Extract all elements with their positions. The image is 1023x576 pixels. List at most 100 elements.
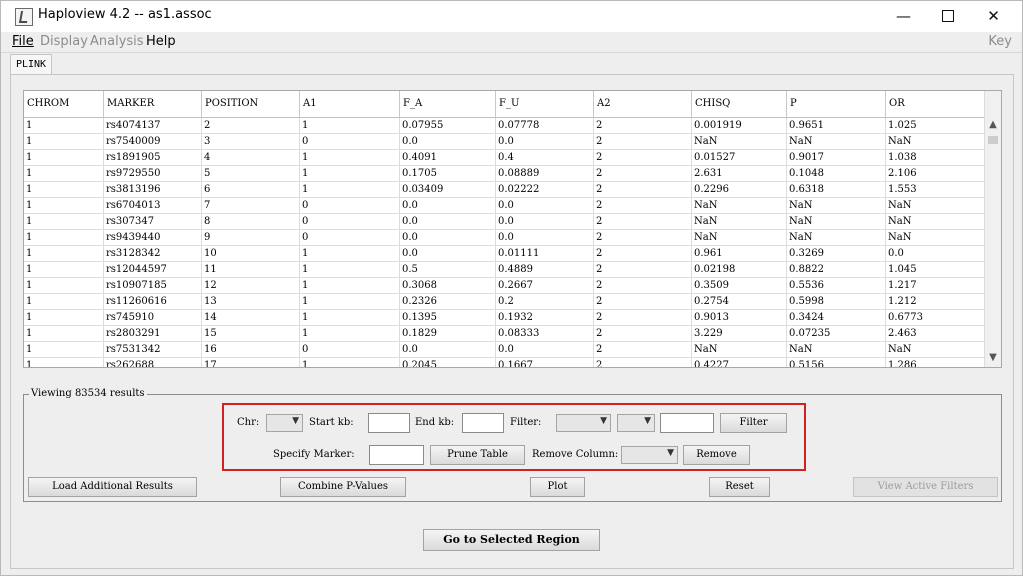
plot-button[interactable]: Plot [530,477,585,497]
column-header-f-a[interactable]: F_A [400,91,496,117]
cell-a2: 2 [594,342,692,358]
cell-or: 0.0 [886,246,987,262]
cell-f-u: 0.4889 [496,262,594,278]
tab-plink[interactable]: PLINK [10,54,52,76]
cell-f-a: 0.2326 [400,294,496,310]
cell-a1: 0 [300,198,400,214]
cell-marker: rs10907185 [104,278,202,294]
scroll-thumb[interactable] [988,136,998,144]
cell-a1: 1 [300,182,400,198]
filter-operator-select[interactable]: ▼ [617,414,655,432]
cell-a2: 2 [594,294,692,310]
menu-key[interactable]: Key [988,34,1012,49]
cell-a2: 2 [594,326,692,342]
cell-p: 0.5998 [787,294,886,310]
end-kb-input[interactable] [462,413,504,433]
cell-a1: 1 [300,278,400,294]
reset-button[interactable]: Reset [709,477,770,497]
table-scrollbar[interactable]: ▲ ▼ [984,91,1001,367]
maximize-button[interactable] [925,1,970,32]
table-row[interactable]: 1 rs9729550 5 1 0.1705 0.08889 2 2.631 0.1048 2.1… [24,166,987,182]
close-button[interactable]: ✕ [971,1,1016,32]
cell-a1: 0 [300,230,400,246]
table-row[interactable]: 1 rs745910 14 1 0.1395 0.1932 2 0.9013 0.3424 0.6… [24,310,987,326]
column-header-or[interactable]: OR [886,91,987,117]
table-row[interactable]: 1 rs11260616 13 1 0.2326 0.2 2 0.2754 0.5998 1.21… [24,294,987,310]
cell-or: NaN [886,342,987,358]
cell-or: 1.212 [886,294,987,310]
combine-p-values-button[interactable]: Combine P-Values [280,477,406,497]
minimize-button[interactable]: — [881,1,926,32]
cell-a2: 2 [594,262,692,278]
cell-or: 1.286 [886,358,987,367]
cell-chisq: 0.3509 [692,278,787,294]
go-to-selected-region-button[interactable]: Go to Selected Region [423,529,600,551]
cell-f-a: 0.07955 [400,118,496,134]
table-row[interactable]: 1 rs4074137 2 1 0.07955 0.07778 2 0.001919 0.965… [24,118,987,134]
remove-column-select[interactable]: ▼ [621,446,678,464]
cell-chrom: 1 [24,278,104,294]
cell-chisq: 0.2296 [692,182,787,198]
table-row[interactable]: 1 rs3128342 10 1 0.0 0.01111 2 0.961 0.3269 0.0 [24,246,987,262]
table-row[interactable]: 1 rs6704013 7 0 0.0 0.0 2 NaN NaN NaN [24,198,987,214]
column-header-position[interactable]: POSITION [202,91,300,117]
cell-a2: 2 [594,198,692,214]
start-kb-input[interactable] [368,413,410,433]
cell-f-a: 0.0 [400,214,496,230]
cell-marker: rs307347 [104,214,202,230]
table-row[interactable]: 1 rs1891905 4 1 0.4091 0.4 2 0.01527 0.9017 1.038 [24,150,987,166]
scroll-down-icon[interactable]: ▼ [985,350,1001,366]
cell-chisq: NaN [692,214,787,230]
column-header-chrom[interactable]: CHROM [24,91,104,117]
menu-help[interactable]: Help [146,34,176,49]
table-row[interactable]: 1 rs7531342 16 0 0.0 0.0 2 NaN NaN NaN [24,342,987,358]
filter-field-select[interactable]: ▼ [556,414,611,432]
menu-analysis-label: Analysis [90,34,144,49]
table-row[interactable]: 1 rs3813196 6 1 0.03409 0.02222 2 0.2296 0.6318 1… [24,182,987,198]
cell-or: NaN [886,230,987,246]
prune-table-button[interactable]: Prune Table [430,445,525,465]
cell-position: 5 [202,166,300,182]
column-header-a2[interactable]: A2 [594,91,692,117]
menu-analysis[interactable]: Analysis [90,34,144,49]
tab-strip: PLINK [1,53,1022,76]
menu-display[interactable]: Display [40,34,88,49]
filter-value-input[interactable] [660,413,714,433]
table-row[interactable]: 1 rs10907185 12 1 0.3068 0.2667 2 0.3509 0.5536 1… [24,278,987,294]
specify-marker-input[interactable] [369,445,424,465]
table-row[interactable]: 1 rs7540009 3 0 0.0 0.0 2 NaN NaN NaN [24,134,987,150]
column-header-a1[interactable]: A1 [300,91,400,117]
cell-a1: 0 [300,214,400,230]
specify-marker-label: Specify Marker: [273,449,355,460]
menu-file[interactable]: File [12,34,34,49]
cell-position: 4 [202,150,300,166]
column-header-f-u[interactable]: F_U [496,91,594,117]
cell-chrom: 1 [24,134,104,150]
cell-a1: 1 [300,310,400,326]
cell-a1: 1 [300,262,400,278]
table-row[interactable]: 1 rs9439440 9 0 0.0 0.0 2 NaN NaN NaN [24,230,987,246]
column-header-p[interactable]: P [787,91,886,117]
column-header-chisq[interactable]: CHISQ [692,91,787,117]
table-row[interactable]: 1 rs307347 8 0 0.0 0.0 2 NaN NaN NaN [24,214,987,230]
cell-chrom: 1 [24,150,104,166]
cell-chrom: 1 [24,166,104,182]
load-additional-results-button[interactable]: Load Additional Results [28,477,197,497]
cell-p: NaN [787,134,886,150]
chr-select[interactable]: ▼ [266,414,303,432]
cell-p: 0.9017 [787,150,886,166]
cell-chisq: 0.961 [692,246,787,262]
remove-button[interactable]: Remove [683,445,750,465]
cell-marker: rs262688 [104,358,202,367]
table-row[interactable]: 1 rs262688 17 1 0.2045 0.1667 2 0.4227 0.5156 1.2… [24,358,987,367]
view-active-filters-button[interactable]: View Active Filters [853,477,998,497]
scroll-up-icon[interactable]: ▲ [985,117,1001,133]
cell-f-a: 0.0 [400,134,496,150]
table-row[interactable]: 1 rs12044597 11 1 0.5 0.4889 2 0.02198 0.8822 1.0… [24,262,987,278]
table-row[interactable]: 1 rs2803291 15 1 0.1829 0.08333 2 3.229 0.07235 2… [24,326,987,342]
column-header-marker[interactable]: MARKER [104,91,202,117]
cell-marker: rs9439440 [104,230,202,246]
cell-marker: rs11260616 [104,294,202,310]
cell-f-u: 0.08333 [496,326,594,342]
filter-button[interactable]: Filter [720,413,787,433]
